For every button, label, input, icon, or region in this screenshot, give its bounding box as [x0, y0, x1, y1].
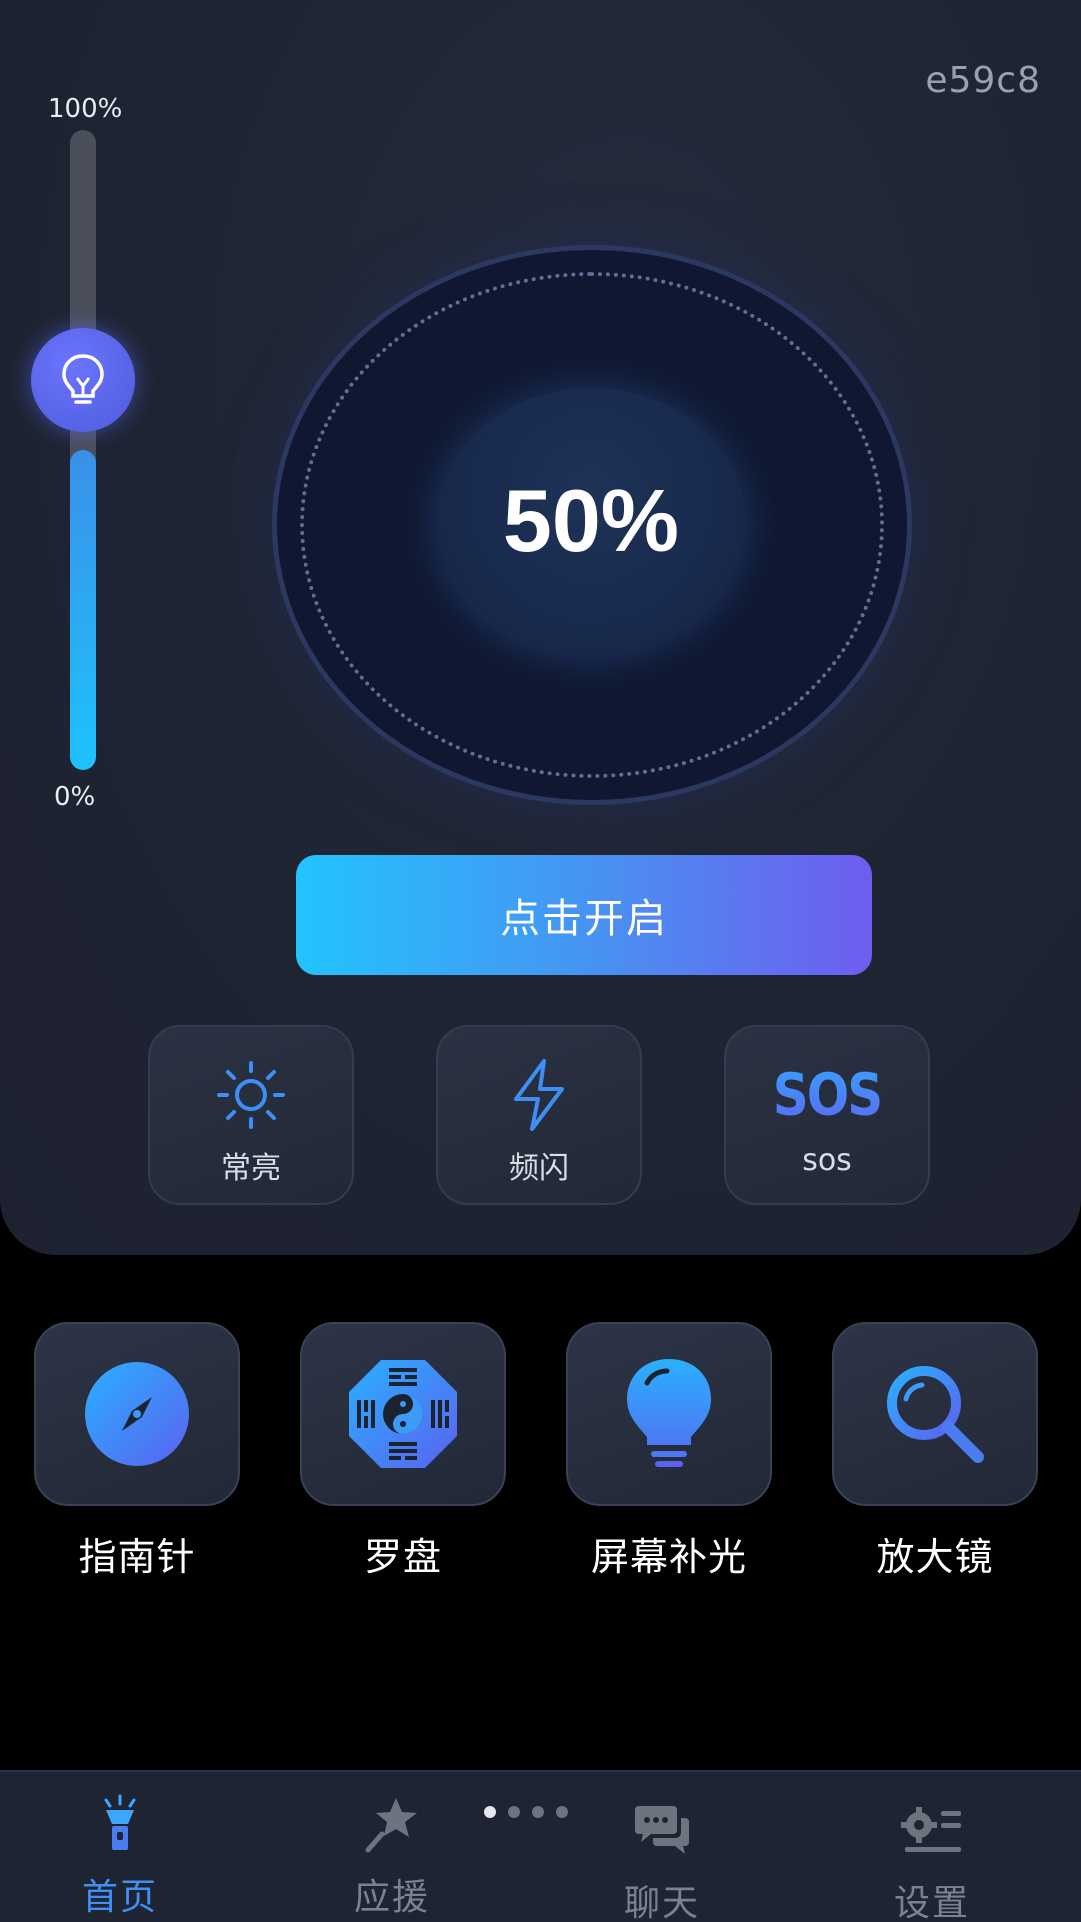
nav-chat-label: 聊天 [623, 1883, 700, 1922]
star-wand-icon [365, 1798, 417, 1853]
magnifier-label: 放大镜 [876, 1535, 994, 1579]
slider-max-label: 100% [48, 94, 123, 124]
magnifier-icon [887, 1366, 984, 1463]
device-id: e59c8 [925, 60, 1041, 101]
nav-cheer[interactable]: 应援 [292, 1790, 492, 1920]
mode-steady-button[interactable]: 常亮 [148, 1025, 354, 1205]
tool-screen-light[interactable]: 屏幕补光 [564, 1322, 774, 1581]
page-dot [556, 1806, 568, 1818]
compass-icon [85, 1362, 189, 1466]
compass-label: 指南针 [78, 1535, 196, 1579]
nav-home[interactable]: 首页 [20, 1790, 220, 1920]
mode-steady-label: 常亮 [221, 1151, 281, 1186]
luopan-button[interactable] [300, 1322, 506, 1506]
magnifier-button[interactable] [832, 1322, 1038, 1506]
mode-strobe-button[interactable]: 频闪 [436, 1025, 642, 1205]
brightness-slider-thumb[interactable] [31, 328, 135, 432]
slider-min-label: 0% [54, 782, 96, 812]
mode-sos-label: sos [802, 1143, 852, 1178]
page-dot [484, 1806, 496, 1818]
nav-cheer-label: 应援 [353, 1877, 430, 1918]
bagua-icon [349, 1360, 457, 1468]
chat-icon [635, 1806, 689, 1854]
start-button[interactable]: 点击开启 [296, 855, 872, 975]
sun-icon [217, 1061, 285, 1129]
mode-strobe-label: 频闪 [509, 1151, 569, 1186]
lightbulb-icon [627, 1359, 711, 1467]
lightbulb-icon [62, 354, 104, 404]
brightness-slider-fill [70, 450, 96, 770]
nav-chat[interactable]: 聊天 [562, 1796, 762, 1922]
sos-icon: SOS [772, 1061, 884, 1129]
screen-light-label: 屏幕补光 [590, 1535, 747, 1579]
luopan-label: 罗盘 [363, 1535, 442, 1579]
tool-luopan[interactable]: 罗盘 [298, 1322, 508, 1581]
compass-button[interactable] [34, 1322, 240, 1506]
lightning-icon [514, 1059, 564, 1131]
nav-home-label: 首页 [81, 1877, 158, 1918]
tool-compass[interactable]: 指南针 [32, 1322, 242, 1581]
page-indicator [484, 1806, 568, 1818]
page-dot [508, 1806, 520, 1818]
mode-sos-button[interactable]: SOS sos [724, 1025, 930, 1205]
tool-magnifier[interactable]: 放大镜 [830, 1322, 1040, 1581]
page-dot [532, 1806, 544, 1818]
brightness-value: 50% [502, 471, 680, 570]
settings-icon [901, 1807, 961, 1852]
brightness-slider-track[interactable] [70, 130, 96, 770]
nav-settings-label: 设置 [893, 1883, 970, 1922]
screen-light-button[interactable] [566, 1322, 772, 1506]
nav-settings[interactable]: 设置 [832, 1796, 1032, 1922]
flashlight-icon [104, 1794, 136, 1850]
